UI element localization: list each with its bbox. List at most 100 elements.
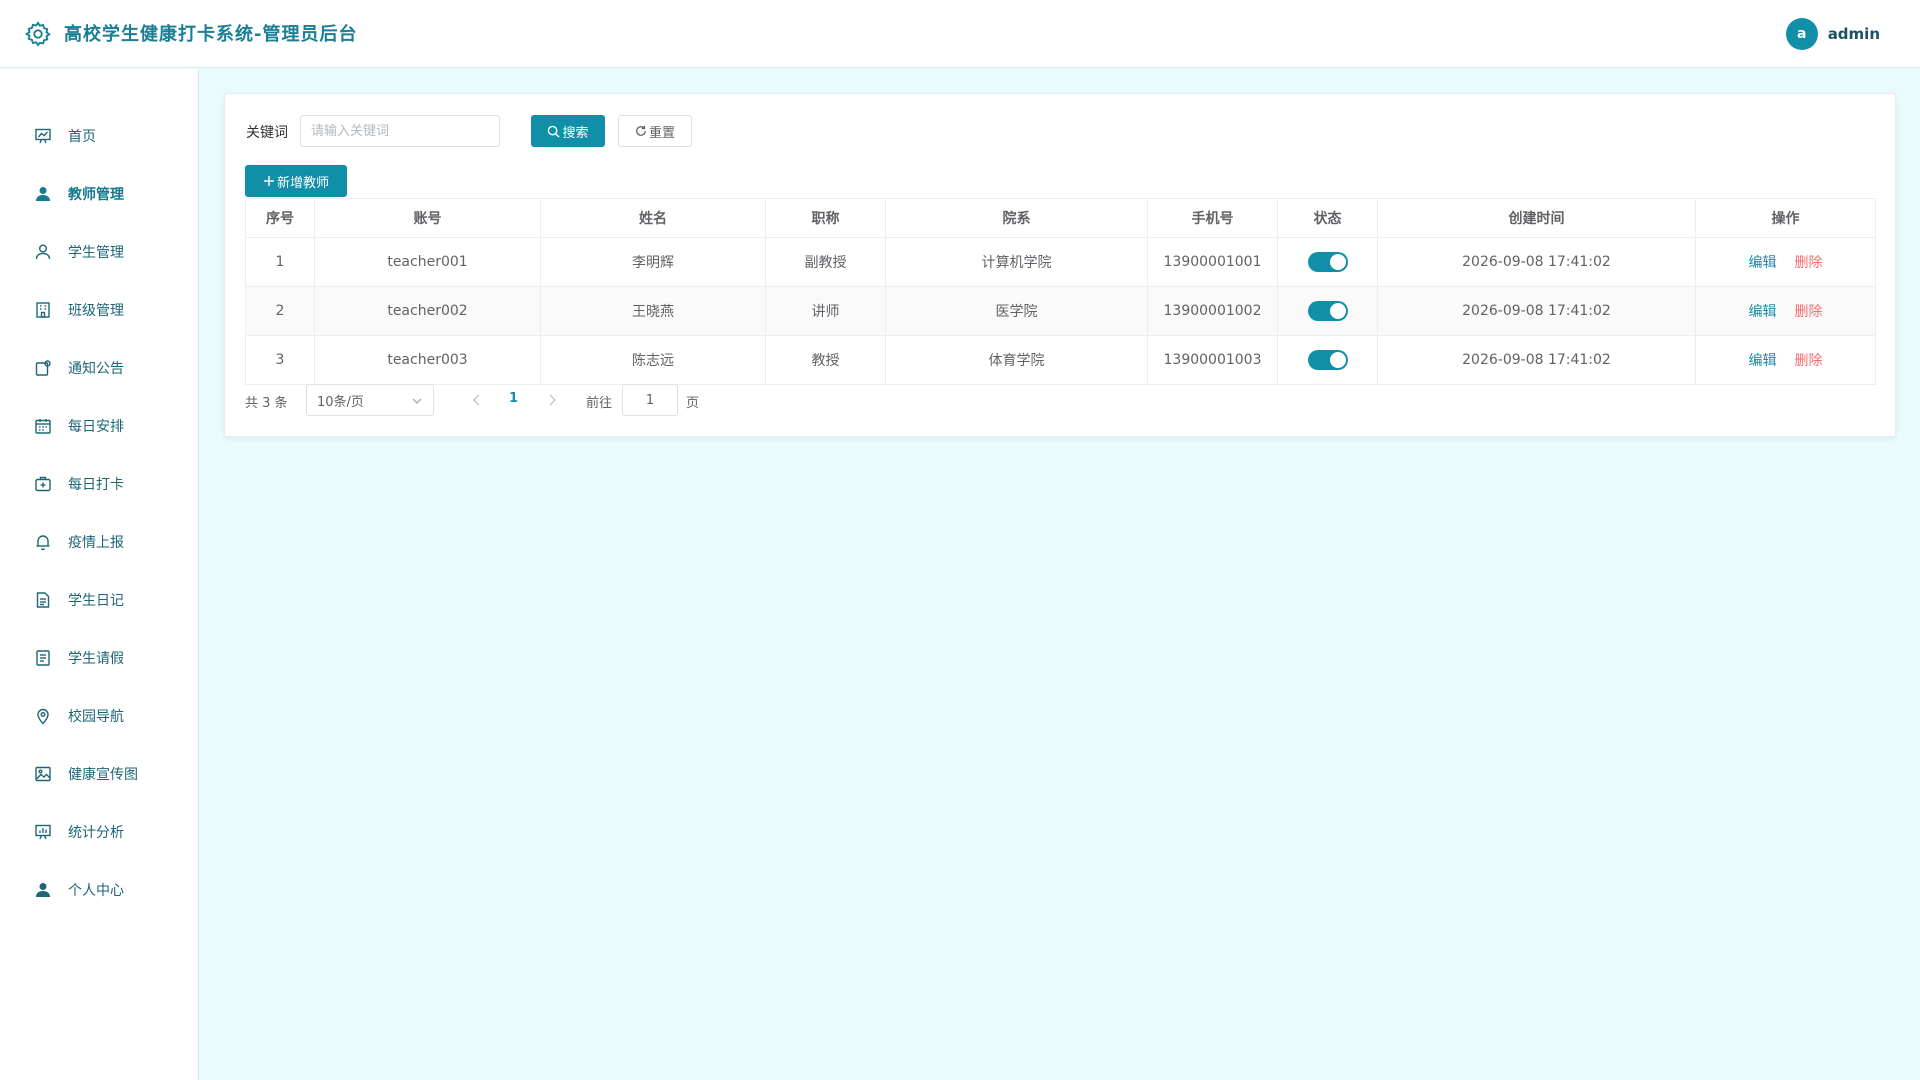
edit-button[interactable]: 编辑 — [1749, 304, 1777, 320]
sidebar-item-daily-checkin[interactable]: 每日打卡 — [0, 464, 199, 504]
reset-button-label: 重置 — [648, 125, 675, 141]
sidebar-item-label: 校园导航 — [68, 709, 124, 725]
page-size-select[interactable]: 10条/页 — [306, 384, 434, 416]
chevron-down-icon — [412, 398, 422, 404]
top-header: 高校学生健康打卡系统-管理员后台 a admin — [0, 0, 1920, 68]
sidebar-item-epidemic-report[interactable]: 疫情上报 — [0, 522, 199, 562]
sidebar-item-students[interactable]: 学生管理 — [0, 232, 199, 272]
search-button[interactable]: 搜索 — [531, 115, 605, 147]
cell-dept: 计算机学院 — [885, 237, 1148, 287]
cell-dept: 医学院 — [885, 286, 1148, 336]
sidebar-item-notices[interactable]: 通知公告 — [0, 348, 199, 388]
table-row: 2 teacher002 王晓燕 讲师 医学院 13900001002 2026… — [245, 286, 1876, 336]
search-icon — [548, 125, 561, 138]
cell-index: 1 — [245, 237, 315, 287]
page-size-value: 10条/页 — [317, 394, 364, 410]
cell-actions: 编辑 删除 — [1695, 237, 1876, 287]
chart-board-icon — [34, 127, 52, 145]
cell-name: 王晓燕 — [540, 286, 766, 336]
sidebar-item-label: 疫情上报 — [68, 535, 124, 551]
prev-page-icon[interactable] — [469, 392, 485, 408]
notice-icon — [34, 359, 52, 377]
user-filled-icon — [34, 881, 52, 899]
cell-created: 2026-09-08 17:41:02 — [1377, 286, 1696, 336]
sidebar-item-classes[interactable]: 班级管理 — [0, 290, 199, 330]
sidebar-item-label: 教师管理 — [68, 187, 124, 203]
toggle-knob — [1329, 303, 1346, 319]
picture-icon — [34, 765, 52, 783]
cell-index: 3 — [245, 335, 315, 385]
sidebar-item-label: 每日安排 — [68, 419, 124, 435]
column-header[interactable]: 姓名 — [540, 198, 766, 238]
goto-label: 前往 — [586, 396, 613, 411]
sidebar-item-label: 学生日记 — [68, 593, 124, 609]
username[interactable]: admin — [1828, 25, 1880, 43]
column-header[interactable]: 序号 — [245, 198, 315, 238]
cell-phone: 13900001002 — [1147, 286, 1278, 336]
user-menu[interactable]: a admin — [1785, 18, 1880, 50]
delete-button[interactable]: 删除 — [1795, 304, 1823, 320]
toggle-knob — [1329, 352, 1346, 368]
cell-name: 陈志远 — [540, 335, 766, 385]
sidebar-item-label: 每日打卡 — [68, 477, 124, 493]
add-teacher-button[interactable]: 新增教师 — [245, 165, 347, 197]
sidebar: 首页 教师管理 学生管理 班级管理 通知公告 每日安排 每日打卡 疫情上报 学生… — [0, 69, 199, 1080]
table-row: 3 teacher003 陈志远 教授 体育学院 13900001003 202… — [245, 335, 1876, 385]
status-toggle[interactable] — [1307, 350, 1348, 370]
sidebar-item-schedule[interactable]: 每日安排 — [0, 406, 199, 446]
sidebar-item-label: 健康宣传图 — [68, 767, 138, 783]
data-board-icon — [34, 823, 52, 841]
building-icon — [34, 301, 52, 319]
tickets-icon — [34, 649, 52, 667]
edit-button[interactable]: 编辑 — [1749, 353, 1777, 369]
column-header[interactable]: 操作 — [1695, 198, 1876, 238]
sidebar-item-statistics[interactable]: 统计分析 — [0, 812, 199, 852]
status-toggle[interactable] — [1307, 301, 1348, 321]
gear-icon — [24, 21, 51, 47]
sidebar-item-campus-nav[interactable]: 校园导航 — [0, 696, 199, 736]
avatar[interactable]: a — [1785, 18, 1818, 50]
cell-created: 2026-09-08 17:41:02 — [1377, 335, 1696, 385]
sidebar-item-student-leave[interactable]: 学生请假 — [0, 638, 199, 678]
column-header[interactable]: 状态 — [1277, 198, 1378, 238]
sidebar-item-label: 统计分析 — [68, 825, 124, 841]
pagination-total: 共 3 条 — [245, 396, 288, 411]
sidebar-item-label: 学生请假 — [68, 651, 124, 667]
status-toggle[interactable] — [1307, 252, 1348, 272]
cell-title: 教授 — [765, 335, 886, 385]
column-header[interactable]: 院系 — [885, 198, 1148, 238]
sidebar-item-label: 首页 — [68, 129, 96, 145]
first-aid-icon — [34, 475, 52, 493]
cell-status — [1277, 237, 1378, 287]
toggle-knob — [1329, 254, 1346, 270]
sidebar-item-student-diary[interactable]: 学生日记 — [0, 580, 199, 620]
document-icon — [34, 591, 52, 609]
sidebar-item-profile[interactable]: 个人中心 — [0, 870, 199, 910]
add-teacher-button-label: 新增教师 — [276, 175, 329, 191]
user-outline-icon — [34, 243, 52, 261]
delete-button[interactable]: 删除 — [1795, 255, 1823, 271]
keyword-input[interactable] — [300, 115, 500, 147]
sidebar-item-home[interactable]: 首页 — [0, 116, 199, 156]
sidebar-item-health-posters[interactable]: 健康宣传图 — [0, 754, 199, 794]
column-header[interactable]: 手机号 — [1147, 198, 1278, 238]
cell-title: 讲师 — [765, 286, 886, 336]
user-filled-icon — [34, 185, 52, 203]
cell-status — [1277, 335, 1378, 385]
column-header[interactable]: 账号 — [314, 198, 541, 238]
cell-account: teacher003 — [314, 335, 541, 385]
sidebar-item-teachers[interactable]: 教师管理 — [0, 174, 199, 214]
reset-button[interactable]: 重置 — [618, 115, 692, 147]
sidebar-item-label: 学生管理 — [68, 245, 124, 261]
goto-page-input[interactable] — [622, 384, 678, 416]
teacher-management-card: 关键词 搜索 重置 新增教师 序号 账号 姓名 职称 院系 手机号 状态 创建时… — [224, 93, 1896, 437]
column-header[interactable]: 创建时间 — [1377, 198, 1696, 238]
sidebar-item-label: 通知公告 — [68, 361, 124, 377]
next-page-icon[interactable] — [544, 392, 560, 408]
column-header[interactable]: 职称 — [765, 198, 886, 238]
cell-title: 副教授 — [765, 237, 886, 287]
edit-button[interactable]: 编辑 — [1749, 255, 1777, 271]
page-number[interactable]: 1 — [509, 391, 518, 406]
teacher-table: 序号 账号 姓名 职称 院系 手机号 状态 创建时间 操作 1 teacher0… — [245, 198, 1876, 385]
delete-button[interactable]: 删除 — [1795, 353, 1823, 369]
